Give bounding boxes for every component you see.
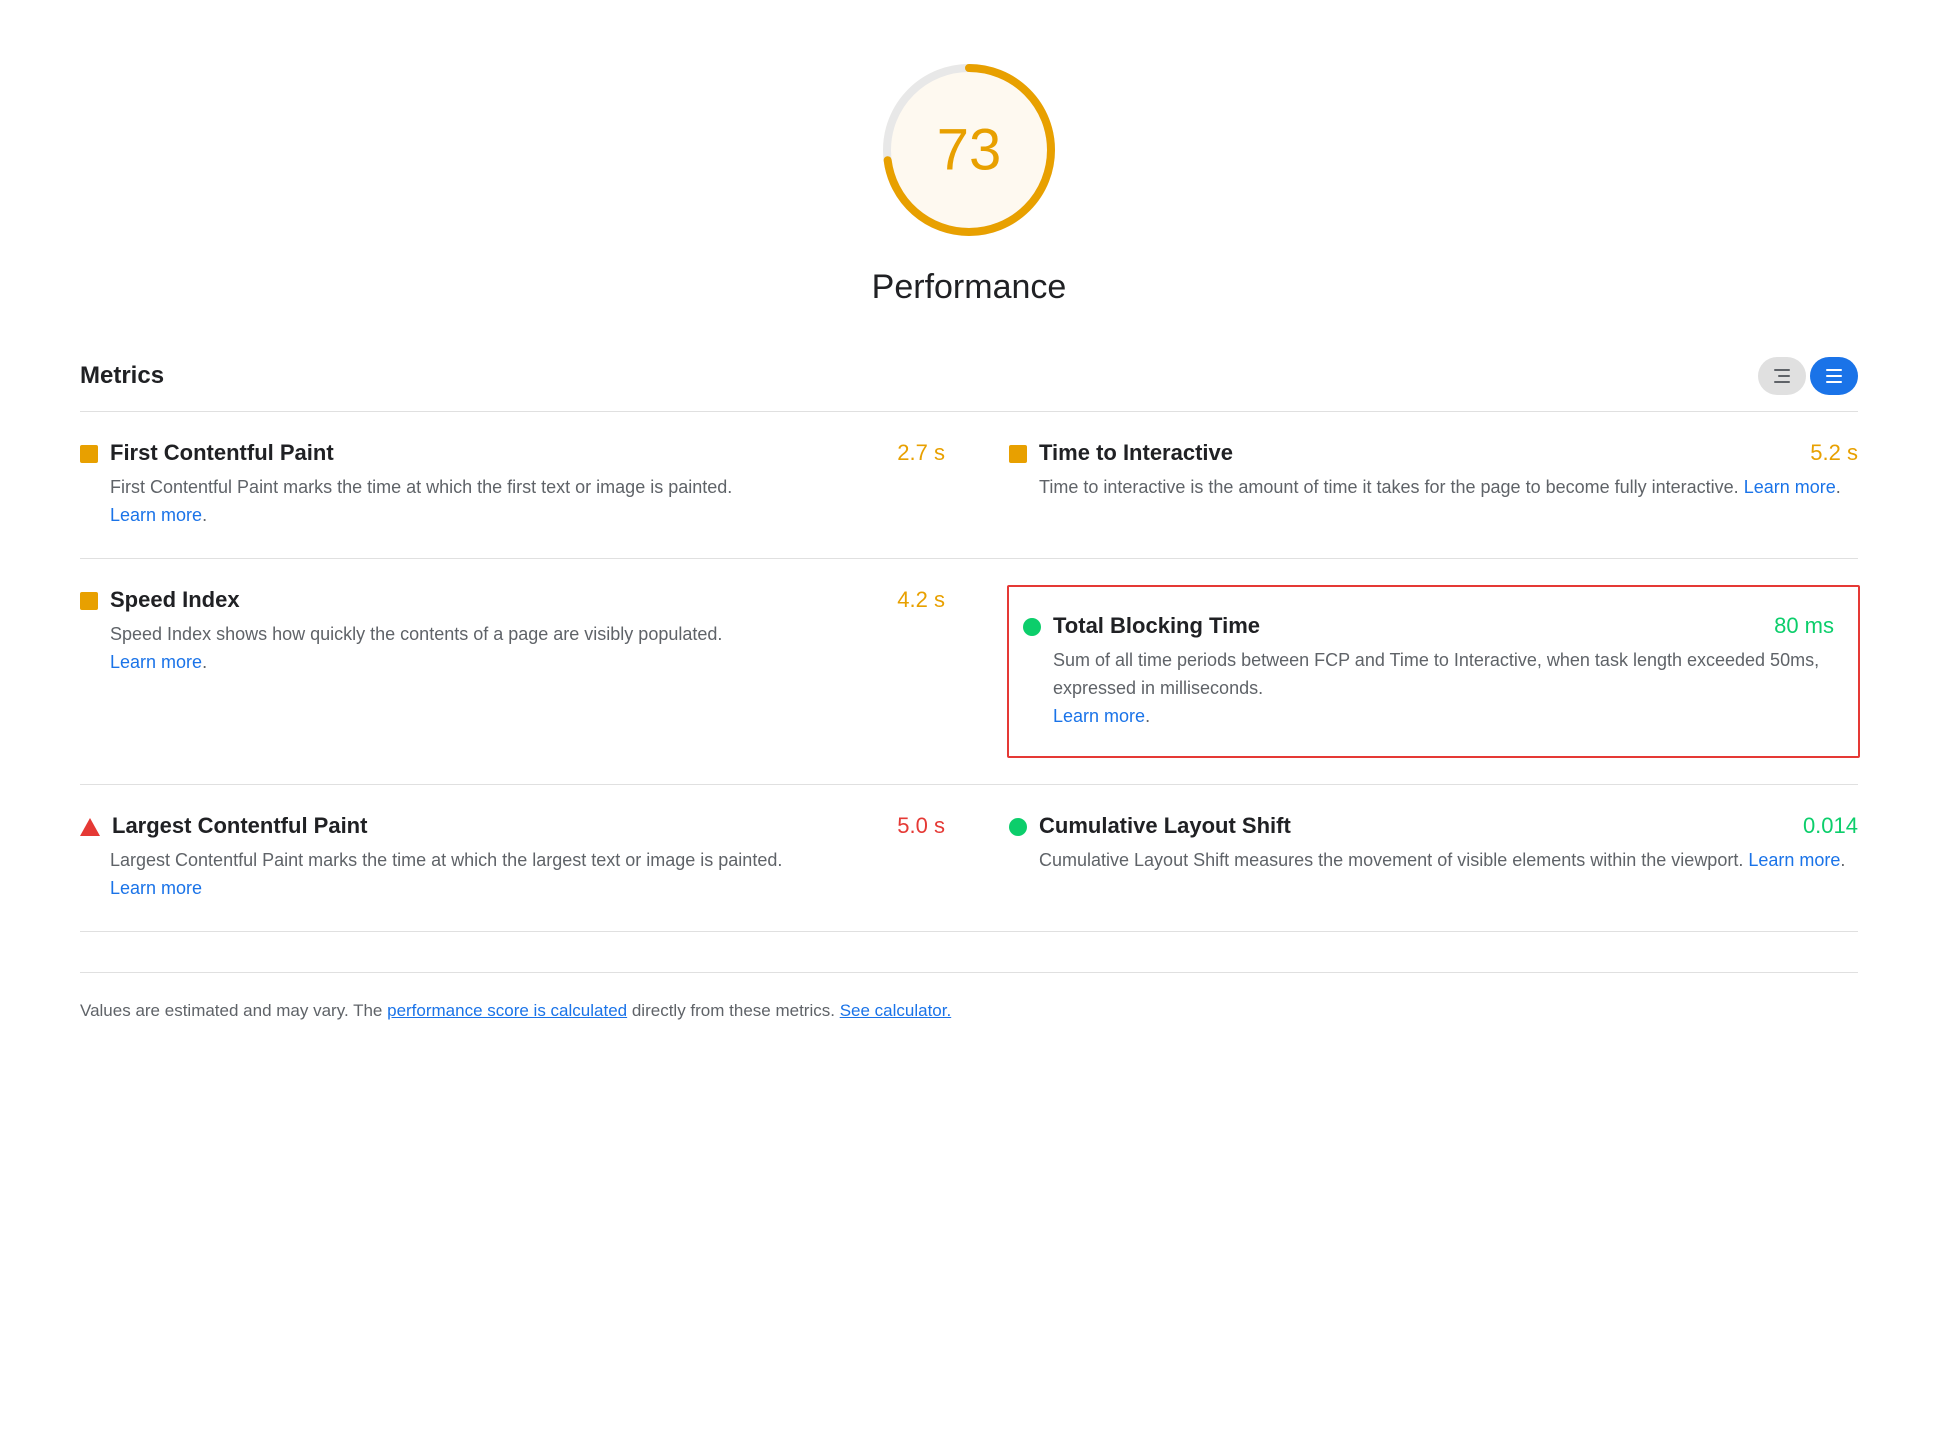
cls-description: Cumulative Layout Shift measures the mov… <box>1039 847 1858 875</box>
metric-tbt-wrapper: Total Blocking Time 80 ms Sum of all tim… <box>969 559 1858 786</box>
footer-text-between: directly from these metrics. <box>627 1001 840 1020</box>
metric-tti-header: Time to Interactive 5.2 s <box>1009 440 1858 466</box>
lcp-icon <box>80 818 100 836</box>
compact-view-button[interactable] <box>1758 357 1806 395</box>
score-label: Performance <box>872 268 1067 307</box>
orange-square-icon <box>80 445 98 463</box>
score-circle: 73 <box>879 60 1059 240</box>
tti-name: Time to Interactive <box>1039 440 1233 466</box>
fcp-description: First Contentful Paint marks the time at… <box>110 474 945 530</box>
metrics-header: Metrics <box>80 337 1858 412</box>
metric-tbt-title-group: Total Blocking Time <box>1023 613 1260 639</box>
footer: Values are estimated and may vary. The p… <box>80 972 1858 1064</box>
score-section: 73 Performance <box>80 0 1858 337</box>
fcp-learn-more[interactable]: Learn more <box>110 505 202 525</box>
si-icon <box>80 592 98 610</box>
view-toggle-buttons <box>1758 357 1858 395</box>
si-name: Speed Index <box>110 587 240 613</box>
cls-name: Cumulative Layout Shift <box>1039 813 1291 839</box>
cls-learn-more[interactable]: Learn more <box>1748 850 1840 870</box>
metric-tbt-header: Total Blocking Time 80 ms <box>1023 613 1834 639</box>
metric-lcp-title-group: Largest Contentful Paint <box>80 813 367 839</box>
tti-description: Time to interactive is the amount of tim… <box>1039 474 1858 502</box>
tti-value: 5.2 s <box>1810 440 1858 466</box>
tti-learn-more[interactable]: Learn more <box>1744 477 1836 497</box>
tbt-value: 80 ms <box>1774 613 1834 639</box>
tti-icon <box>1009 445 1027 463</box>
lcp-name: Largest Contentful Paint <box>112 813 367 839</box>
compact-icon <box>1774 369 1790 383</box>
green-circle-icon-cls <box>1009 818 1027 836</box>
metric-lcp: Largest Contentful Paint 5.0 s Largest C… <box>80 785 969 932</box>
footer-text-before: Values are estimated and may vary. The <box>80 1001 387 1020</box>
footer-link-see-calculator[interactable]: See calculator. <box>840 1001 952 1020</box>
metric-si-title-group: Speed Index <box>80 587 240 613</box>
tbt-name: Total Blocking Time <box>1053 613 1260 639</box>
metrics-title: Metrics <box>80 362 164 390</box>
metric-cls-title-group: Cumulative Layout Shift <box>1009 813 1291 839</box>
metric-fcp-title-group: First Contentful Paint <box>80 440 334 466</box>
orange-square-icon-tti <box>1009 445 1027 463</box>
metric-si: Speed Index 4.2 s Speed Index shows how … <box>80 559 969 786</box>
fcp-name: First Contentful Paint <box>110 440 334 466</box>
metric-lcp-header: Largest Contentful Paint 5.0 s <box>80 813 945 839</box>
score-value: 73 <box>937 117 1002 184</box>
cls-icon <box>1009 818 1027 836</box>
tbt-icon <box>1023 618 1041 636</box>
green-circle-icon-tbt <box>1023 618 1041 636</box>
lcp-description: Largest Contentful Paint marks the time … <box>110 847 945 903</box>
metric-fcp: First Contentful Paint 2.7 s First Conte… <box>80 412 969 559</box>
si-description: Speed Index shows how quickly the conten… <box>110 621 945 677</box>
fcp-value: 2.7 s <box>897 440 945 466</box>
metric-cls: Cumulative Layout Shift 0.014 Cumulative… <box>969 785 1858 932</box>
red-triangle-icon-lcp <box>80 818 100 836</box>
fcp-icon <box>80 445 98 463</box>
metric-tti: Time to Interactive 5.2 s Time to intera… <box>969 412 1858 559</box>
list-view-button[interactable] <box>1810 357 1858 395</box>
lcp-value: 5.0 s <box>897 813 945 839</box>
lcp-learn-more[interactable]: Learn more <box>110 878 202 898</box>
metrics-grid: First Contentful Paint 2.7 s First Conte… <box>80 412 1858 932</box>
tbt-learn-more[interactable]: Learn more <box>1053 706 1145 726</box>
si-value: 4.2 s <box>897 587 945 613</box>
metric-tbt: Total Blocking Time 80 ms Sum of all tim… <box>1007 585 1860 759</box>
footer-link-calculator-explained[interactable]: performance score is calculated <box>387 1001 627 1020</box>
orange-square-icon-si <box>80 592 98 610</box>
list-icon <box>1826 369 1842 383</box>
metric-si-header: Speed Index 4.2 s <box>80 587 945 613</box>
si-learn-more[interactable]: Learn more <box>110 652 202 672</box>
cls-value: 0.014 <box>1803 813 1858 839</box>
metric-fcp-header: First Contentful Paint 2.7 s <box>80 440 945 466</box>
metric-tti-title-group: Time to Interactive <box>1009 440 1233 466</box>
tbt-description: Sum of all time periods between FCP and … <box>1053 647 1834 731</box>
metric-cls-header: Cumulative Layout Shift 0.014 <box>1009 813 1858 839</box>
